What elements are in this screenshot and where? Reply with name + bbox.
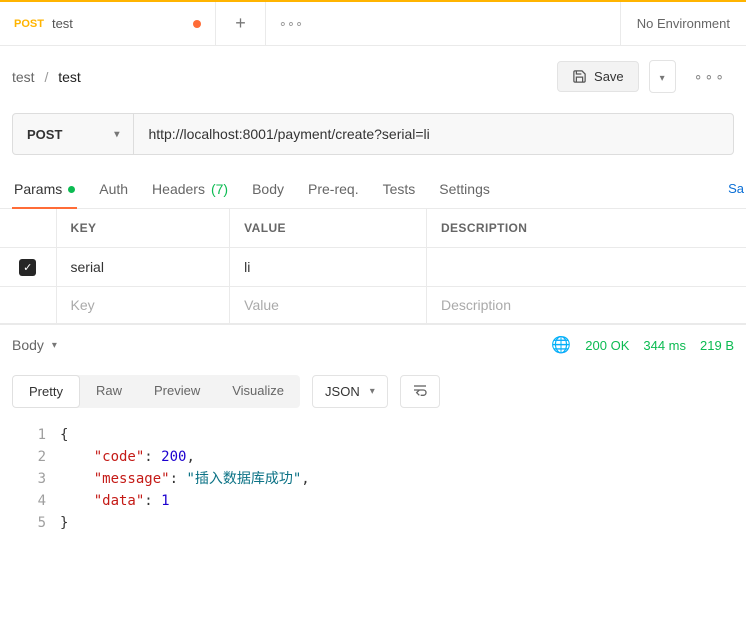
environment-label: No Environment xyxy=(637,16,730,31)
view-preview[interactable]: Preview xyxy=(138,375,216,408)
url-input[interactable] xyxy=(134,114,733,154)
save-icon xyxy=(572,69,587,84)
request-subtabs: Params Auth Headers (7) Body Pre-req. Te… xyxy=(0,171,746,209)
breadcrumb-parent: test xyxy=(12,69,35,85)
tab-settings[interactable]: Settings xyxy=(437,171,492,208)
table-row[interactable]: ✓ serial li xyxy=(0,248,746,287)
response-code: 1 2 3 4 5 { "code": 200, "message": "插入数… xyxy=(0,418,746,534)
globe-icon[interactable]: 🌐 xyxy=(551,335,571,355)
save-button[interactable]: Save xyxy=(557,61,639,92)
save-label: Save xyxy=(594,69,624,84)
chevron-down-icon: ▾ xyxy=(52,340,57,351)
header-more-button[interactable]: ∘∘∘ xyxy=(686,62,734,91)
tab-title: test xyxy=(52,16,73,31)
cell-desc[interactable] xyxy=(426,248,746,287)
view-tabs: Pretty Raw Preview Visualize xyxy=(12,375,300,408)
cell-value[interactable]: li xyxy=(230,248,427,287)
response-time: 344 ms xyxy=(643,338,686,353)
response-section-select[interactable]: Body ▾ xyxy=(12,337,57,353)
breadcrumb-current: test xyxy=(58,69,81,85)
response-section-label: Body xyxy=(12,337,44,353)
save-dropdown-button[interactable]: ▾ xyxy=(649,60,676,93)
tab-headers-label: Headers xyxy=(152,181,205,197)
new-tab-button[interactable]: + xyxy=(216,2,266,45)
row-checkbox[interactable]: ✓ xyxy=(19,259,36,276)
environment-selector[interactable]: No Environment xyxy=(620,2,746,45)
view-row: Pretty Raw Preview Visualize JSON ▾ xyxy=(0,365,746,418)
cell-key[interactable]: serial xyxy=(56,248,230,287)
url-bar: POST ▾ xyxy=(12,113,734,155)
table-row-new[interactable]: Key Value Description xyxy=(0,287,746,324)
tab-params-label: Params xyxy=(14,181,62,197)
cell-value-ph[interactable]: Value xyxy=(230,287,427,324)
code-body[interactable]: { "code": 200, "message": "插入数据库成功", "da… xyxy=(60,424,310,534)
status-code: 200 OK xyxy=(585,338,629,353)
view-visualize[interactable]: Visualize xyxy=(216,375,300,408)
response-bar: Body ▾ 🌐 200 OK 344 ms 219 B Sa xyxy=(0,324,746,365)
col-check xyxy=(0,209,56,248)
tabs-bar: POST test + ∘∘∘ No Environment xyxy=(0,2,746,46)
chevron-down-icon: ▾ xyxy=(114,129,119,140)
cell-key-ph[interactable]: Key xyxy=(56,287,230,324)
response-size: 219 B xyxy=(700,338,734,353)
line-gutter: 1 2 3 4 5 xyxy=(0,424,60,534)
wrap-icon xyxy=(412,383,428,397)
params-table: KEY VALUE DESCRIPTION ✓ serial li Key Va… xyxy=(0,209,746,324)
format-select[interactable]: JSON ▾ xyxy=(312,375,388,408)
save-response-partial[interactable]: Sa xyxy=(726,177,746,200)
chevron-down-icon: ▾ xyxy=(370,386,375,397)
col-desc: DESCRIPTION xyxy=(426,209,746,248)
tab-body[interactable]: Body xyxy=(250,171,286,208)
header-row: test / test Save ▾ ∘∘∘ xyxy=(0,46,746,107)
wrap-button[interactable] xyxy=(400,375,440,408)
method-value: POST xyxy=(27,127,62,142)
tab-auth[interactable]: Auth xyxy=(97,171,130,208)
headers-count: (7) xyxy=(211,181,228,197)
active-dot-icon xyxy=(68,186,75,193)
view-raw[interactable]: Raw xyxy=(80,375,138,408)
unsaved-dot-icon xyxy=(193,20,201,28)
format-label: JSON xyxy=(325,384,360,399)
cell-desc-ph[interactable]: Description xyxy=(426,287,746,324)
tab-tests[interactable]: Tests xyxy=(381,171,418,208)
col-key: KEY xyxy=(56,209,230,248)
method-select[interactable]: POST ▾ xyxy=(13,114,134,154)
tab-params[interactable]: Params xyxy=(12,171,77,208)
request-tab[interactable]: POST test xyxy=(0,2,216,45)
tab-prereq[interactable]: Pre-req. xyxy=(306,171,361,208)
chevron-down-icon: ▾ xyxy=(660,73,665,84)
view-pretty[interactable]: Pretty xyxy=(12,375,80,408)
tabs-more-button[interactable]: ∘∘∘ xyxy=(266,2,316,45)
tab-method: POST xyxy=(14,18,44,30)
tab-headers[interactable]: Headers (7) xyxy=(150,171,230,208)
col-value: VALUE xyxy=(230,209,427,248)
breadcrumb[interactable]: test / test xyxy=(12,69,547,85)
breadcrumb-sep: / xyxy=(44,69,48,85)
